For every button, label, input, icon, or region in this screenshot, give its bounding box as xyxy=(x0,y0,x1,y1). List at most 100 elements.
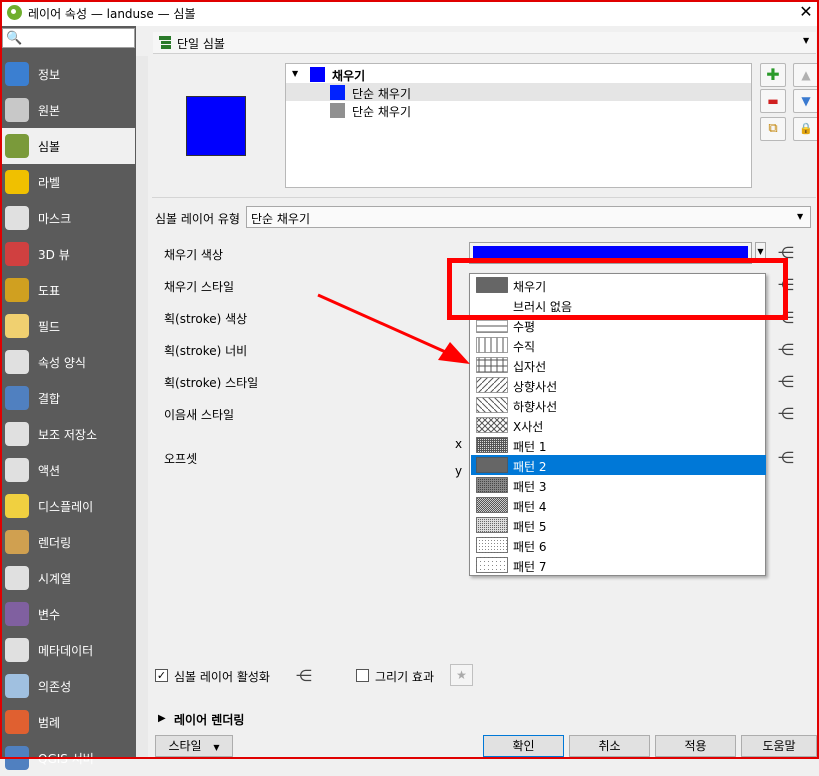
sidebar-item[interactable]: 의존성 xyxy=(2,668,135,704)
single-symbol-icon xyxy=(159,36,171,49)
data-defined-icon[interactable]: ⋲ xyxy=(293,667,315,685)
sidebar-item-label: 시계열 xyxy=(38,572,72,586)
lock-layer-button[interactable]: 🔒 xyxy=(793,117,819,141)
move-down-button[interactable]: ▼ xyxy=(793,89,819,113)
tree-child-item[interactable]: 단순 채우기 xyxy=(286,101,751,119)
tree-root-item[interactable]: ▼ 채우기 xyxy=(286,65,751,83)
data-defined-icon[interactable]: ⋲ xyxy=(775,405,797,423)
move-up-button[interactable]: ▲ xyxy=(793,63,819,87)
sidebar-item[interactable]: 원본 xyxy=(2,92,135,128)
fill-style-option-label: 패턴 5 xyxy=(513,520,547,534)
sidebar-item[interactable]: 마스크 xyxy=(2,200,135,236)
cube-icon xyxy=(5,242,29,266)
tree-child-item[interactable]: 단순 채우기 xyxy=(286,83,751,101)
sidebar-item[interactable]: 결합 xyxy=(2,380,135,416)
sidebar-item[interactable]: 액션 xyxy=(2,452,135,488)
duplicate-layer-button[interactable]: ⧉ xyxy=(760,117,786,141)
join-icon xyxy=(5,386,29,410)
chevron-down-icon: ▼ xyxy=(797,212,804,221)
fill-swatch xyxy=(330,103,345,118)
fill-pattern-icon xyxy=(476,477,508,493)
symbol-layer-tree[interactable]: ▼ 채우기 단순 채우기 단순 채우기 xyxy=(285,63,752,188)
sidebar-item-label: 필드 xyxy=(38,320,61,334)
window-title: 레이어 속성 — landuse — 심볼 xyxy=(28,7,196,21)
fill-pattern-icon xyxy=(476,437,508,453)
sidebar-item[interactable]: 메타데이터 xyxy=(2,632,135,668)
fill-pattern-icon xyxy=(476,337,508,353)
action-gear-icon xyxy=(5,458,29,482)
sidebar-item-label: 액션 xyxy=(38,464,61,478)
fill-style-option[interactable]: 십자선 xyxy=(471,355,766,375)
tree-child-label: 단순 채우기 xyxy=(352,105,412,119)
tree-expand-icon[interactable]: ▼ xyxy=(292,69,298,78)
fill-style-option-label: 패턴 2 xyxy=(513,460,547,474)
fill-style-option[interactable]: 패턴 4 xyxy=(471,495,766,515)
fill-style-option[interactable]: 패턴 7 xyxy=(471,555,766,575)
fill-style-option[interactable]: 패턴 1 xyxy=(471,435,766,455)
fill-style-option[interactable]: X사선 xyxy=(471,415,766,435)
help-button[interactable]: 도움말 xyxy=(741,735,817,757)
fill-style-option[interactable]: 패턴 3 xyxy=(471,475,766,495)
data-defined-icon[interactable]: ⋲ xyxy=(775,341,797,359)
sidebar-item[interactable]: 렌더링 xyxy=(2,524,135,560)
qgis-logo-icon xyxy=(7,5,22,20)
renderer-type-select[interactable]: 단일 심볼 ▼ xyxy=(153,32,816,54)
enable-layer-checkbox[interactable]: ✓ xyxy=(155,669,168,682)
add-layer-button[interactable]: ✚ xyxy=(760,63,786,87)
fill-pattern-icon xyxy=(476,397,508,413)
fill-pattern-icon xyxy=(476,537,508,553)
sidebar-item-label: 렌더링 xyxy=(38,536,72,550)
prop-fill-color-label: 채우기 색상 xyxy=(164,248,224,262)
data-defined-icon[interactable]: ⋲ xyxy=(775,449,797,467)
fill-pattern-icon xyxy=(476,417,508,433)
close-icon[interactable]: ✕ xyxy=(796,1,816,23)
fill-style-option-label: 수직 xyxy=(513,340,536,354)
style-button-label: 스타일 xyxy=(168,739,202,753)
storage-icon xyxy=(5,422,29,446)
sidebar-item[interactable]: 필드 xyxy=(2,308,135,344)
paintbrush-icon xyxy=(5,134,29,158)
fill-style-option[interactable]: 수직 xyxy=(471,335,766,355)
sidebar-item[interactable]: 심볼 xyxy=(2,128,135,164)
data-defined-icon[interactable]: ⋲ xyxy=(775,373,797,391)
sidebar-item[interactable]: 시계열 xyxy=(2,560,135,596)
cancel-button[interactable]: 취소 xyxy=(569,735,650,757)
fill-style-option[interactable]: 하향사선 xyxy=(471,395,766,415)
draw-effects-checkbox[interactable] xyxy=(356,669,369,682)
remove-layer-button[interactable]: ▬ xyxy=(760,89,786,113)
fill-style-option-label: X사선 xyxy=(513,420,544,434)
fill-style-option[interactable]: 상향사선 xyxy=(471,375,766,395)
ok-button[interactable]: 확인 xyxy=(483,735,564,757)
abc-label-icon xyxy=(5,170,29,194)
layer-rendering-label[interactable]: 레이어 렌더링 xyxy=(174,711,244,728)
sidebar-item[interactable]: 도표 xyxy=(2,272,135,308)
sidebar-item[interactable]: 범례 xyxy=(2,704,135,740)
sidebar-item[interactable]: 변수 xyxy=(2,596,135,632)
sidebar-item[interactable]: 라벨 xyxy=(2,164,135,200)
sidebar-item[interactable]: 보조 저장소 xyxy=(2,416,135,452)
prop-fill-style-label: 채우기 스타일 xyxy=(164,280,235,294)
layer-type-select[interactable]: 단순 채우기 ▼ xyxy=(246,206,811,228)
fields-icon xyxy=(5,314,29,338)
sidebar-item-label: 원본 xyxy=(38,104,61,118)
sidebar-scrollbar[interactable] xyxy=(136,56,148,758)
fill-style-option[interactable]: 패턴 6 xyxy=(471,535,766,555)
sidebar-item[interactable]: 정보 xyxy=(2,56,135,92)
layer-rendering-expand-icon[interactable]: ▶ xyxy=(158,713,166,724)
symbol-preview xyxy=(186,96,246,156)
enable-layer-label: 심볼 레이어 활성화 xyxy=(174,670,270,684)
style-button[interactable]: 스타일 ▼ xyxy=(155,735,233,757)
sidebar-item[interactable]: 디스플레이 xyxy=(2,488,135,524)
sidebar-item[interactable]: QGIS 서버 xyxy=(2,740,135,776)
fill-pattern-icon xyxy=(476,557,508,573)
apply-button[interactable]: 적용 xyxy=(655,735,736,757)
fill-style-option[interactable]: 패턴 2 xyxy=(471,455,766,475)
server-icon xyxy=(5,746,29,770)
sidebar-item[interactable]: 3D 뷰 xyxy=(2,236,135,272)
draw-effects-settings-button[interactable]: ★ xyxy=(450,664,473,686)
fill-style-option[interactable]: 패턴 5 xyxy=(471,515,766,535)
fill-pattern-icon xyxy=(476,457,508,473)
fill-swatch xyxy=(310,67,325,82)
sidebar-item[interactable]: 속성 양식 xyxy=(2,344,135,380)
offset-y-label: y xyxy=(455,464,463,478)
